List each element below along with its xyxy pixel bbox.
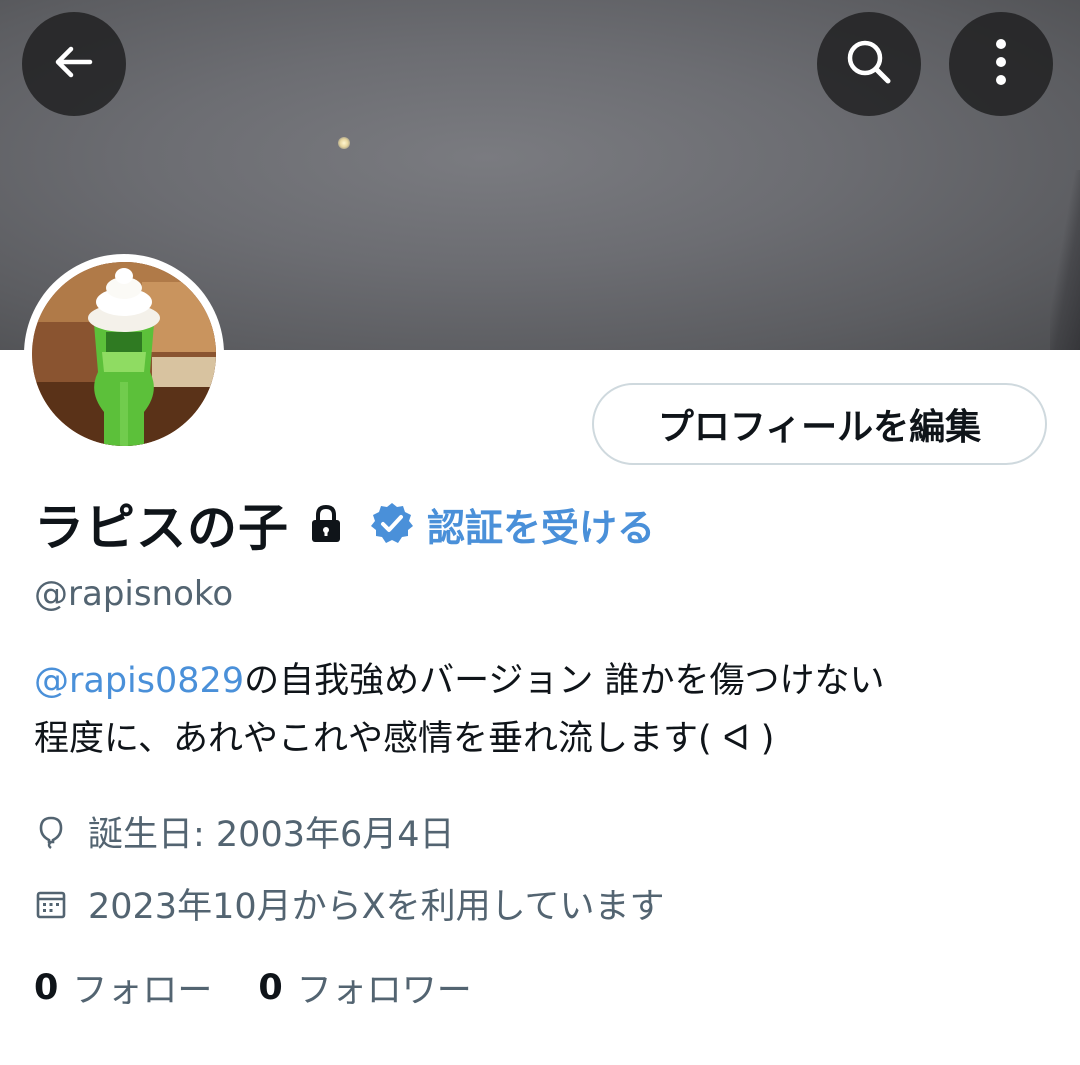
banner-shadow <box>1050 170 1080 350</box>
arrow-left-icon <box>49 37 99 91</box>
followers-label: フォロワー <box>296 971 472 1011</box>
back-button[interactable] <box>22 12 126 116</box>
following-label: フォロー <box>72 971 213 1011</box>
user-handle: @rapisnoko <box>34 574 234 614</box>
followers-count: 0 <box>258 967 283 1008</box>
name-row: ラピスの子 認証を受ける <box>34 488 655 560</box>
more-options-button[interactable] <box>949 12 1053 116</box>
lock-icon <box>309 504 343 544</box>
avatar-image <box>32 262 216 446</box>
verified-badge-icon <box>369 501 415 547</box>
follow-stats: 0 フォロー 0 フォロワー <box>34 962 472 1013</box>
bio-line-2: 程度に、あれやこれや感情を垂れ流します( ᐊ ) <box>34 719 775 759</box>
calendar-icon <box>34 887 68 921</box>
edit-profile-button[interactable]: プロフィールを編集 <box>592 383 1047 465</box>
bio-text-1: の自我強めバージョン 誰かを傷つけない <box>244 661 885 701</box>
display-name: ラピスの子 <box>34 499 289 557</box>
birthday-text: 誕生日: 2003年6月4日 <box>88 815 455 855</box>
followers-link[interactable]: 0 フォロワー <box>258 962 471 1013</box>
birthday-row: 誕生日: 2003年6月4日 <box>34 806 455 857</box>
more-vertical-icon <box>991 36 1011 92</box>
get-verified-link[interactable]: 認証を受ける <box>427 497 655 552</box>
joined-row: 2023年10月からXを利用しています <box>34 878 665 929</box>
balloon-icon <box>34 815 68 849</box>
avatar[interactable] <box>24 254 224 454</box>
bio-mention-link[interactable]: @rapis0829 <box>34 661 244 701</box>
following-count: 0 <box>34 967 59 1008</box>
bio: @rapis0829の自我強めバージョン 誰かを傷つけない 程度に、あれやこれや… <box>34 652 1054 768</box>
following-link[interactable]: 0 フォロー <box>34 962 212 1013</box>
search-button[interactable] <box>817 12 921 116</box>
joined-text: 2023年10月からXを利用しています <box>88 887 665 927</box>
bio-line-1: @rapis0829の自我強めバージョン 誰かを傷つけない <box>34 652 1054 710</box>
banner-light-spot <box>338 137 350 149</box>
search-icon <box>842 35 896 93</box>
